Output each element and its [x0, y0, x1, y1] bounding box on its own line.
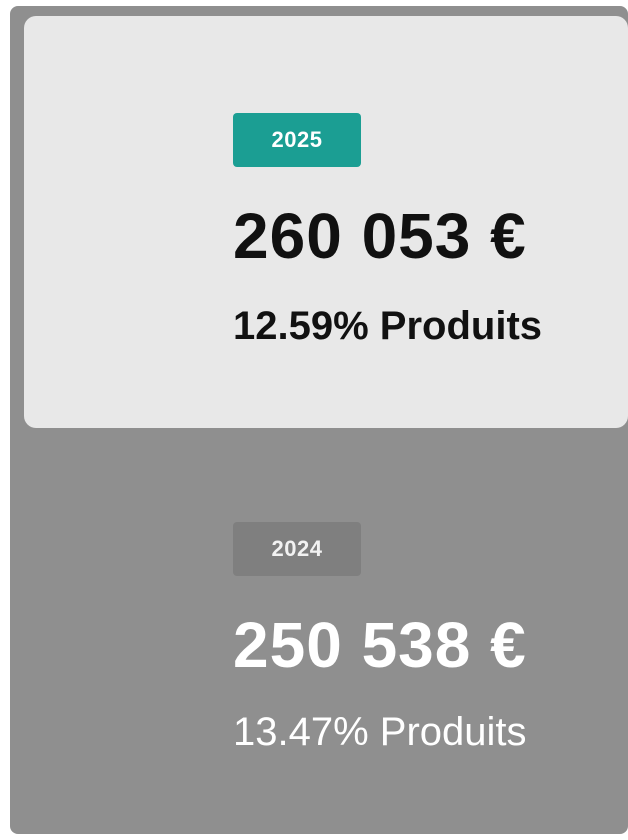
previous-year-amount: 250 538 € [233, 609, 527, 681]
previous-year-share: 13.47% Produits [233, 710, 527, 754]
current-year-badge: 2025 [233, 113, 361, 167]
previous-year-badge: 2024 [233, 522, 361, 576]
current-year-card: 2025 260 053 € 12.59% Produits [24, 16, 628, 428]
current-year-amount: 260 053 € [233, 200, 527, 272]
current-year-share: 12.59% Produits [233, 304, 543, 348]
comparison-panel: 2025 260 053 € 12.59% Produits 2024 250 … [10, 6, 628, 834]
